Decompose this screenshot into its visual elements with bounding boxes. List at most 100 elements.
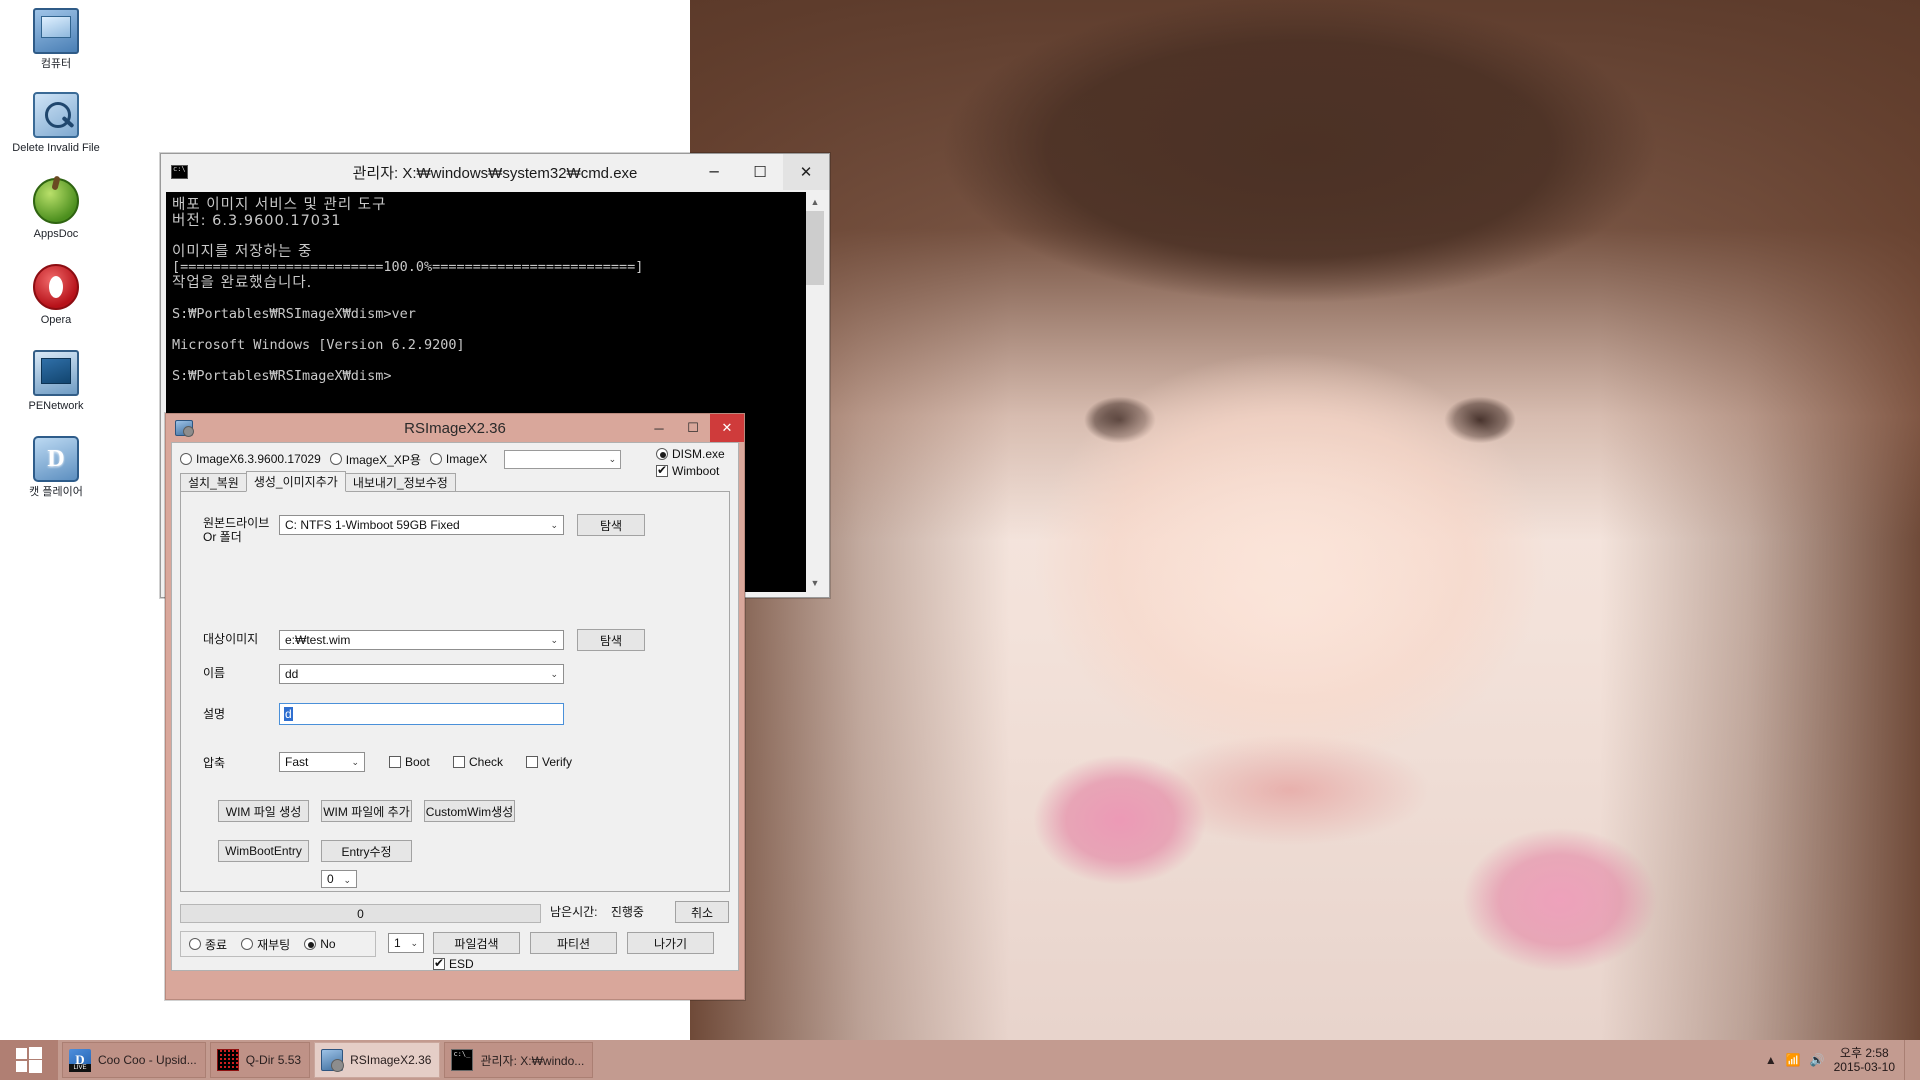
cmd-titlebar[interactable]: 관리자: X:₩windows₩system32₩cmd.exe ─ ☐ ✕	[161, 154, 829, 190]
clock[interactable]: 오후 2:58 2015-03-10	[1834, 1046, 1895, 1074]
radio-icon[interactable]	[304, 938, 317, 950]
desktop-icon-opera[interactable]: Opera	[10, 264, 102, 326]
tab-create-add-image[interactable]: 생성_이미지추가	[245, 471, 346, 492]
chevron-down-icon[interactable]: ⌄	[410, 938, 418, 949]
target-image-combo[interactable]: e:₩test.wim ⌄	[279, 630, 564, 650]
network-tray-icon[interactable]: 📶	[1786, 1053, 1801, 1067]
cancel-button[interactable]: 취소	[675, 901, 729, 923]
partition-button[interactable]: 파티션	[530, 932, 617, 954]
entry-edit-button[interactable]: Entry수정	[321, 840, 412, 862]
maximize-button[interactable]: ☐	[737, 154, 783, 190]
checkbox-icon[interactable]	[433, 956, 445, 970]
checkbox-label: Check	[469, 755, 504, 769]
close-button[interactable]: ✕	[783, 154, 829, 190]
checkbox-label: ESD	[449, 957, 474, 971]
rsimagex-titlebar[interactable]: RSImageX2.36 ─ ☐ ✕	[166, 414, 744, 442]
taskbar-item-coocoo[interactable]: Coo Coo - Upsid...	[62, 1042, 206, 1078]
radio-label: ImageX6.3.9600.17029	[196, 452, 321, 466]
checkbox-wimboot[interactable]: Wimboot	[656, 463, 719, 478]
file-search-button[interactable]: 파일검색	[433, 932, 520, 954]
media-player-icon	[69, 1049, 91, 1072]
checkbox-verify[interactable]: Verify	[526, 755, 572, 769]
checkbox-esd[interactable]: ESD	[433, 956, 474, 971]
taskbar-item-qdir[interactable]: Q-Dir 5.53	[209, 1042, 311, 1078]
image-name-combo[interactable]: dd ⌄	[279, 664, 564, 684]
chevron-down-icon[interactable]: ⌄	[550, 635, 558, 646]
tray-chevron-icon[interactable]: ▲	[1765, 1053, 1777, 1067]
checkbox-icon[interactable]	[389, 756, 401, 768]
checkbox-icon[interactable]	[656, 463, 668, 477]
chevron-down-icon[interactable]: ⌄	[550, 520, 558, 531]
quit-button[interactable]: 나가기	[627, 932, 714, 954]
radio-imagex-xp[interactable]: ImageX_XP용	[329, 451, 421, 468]
chevron-down-icon[interactable]: ⌄	[351, 757, 359, 768]
chevron-down-icon[interactable]: ⌄	[609, 454, 617, 465]
count-combo[interactable]: 1 ⌄	[388, 933, 424, 953]
minimize-button[interactable]: ─	[642, 414, 676, 442]
chevron-down-icon[interactable]: ⌄	[343, 875, 351, 886]
radio-imagex[interactable]: ImageX	[429, 452, 487, 466]
checkbox-icon[interactable]	[453, 756, 465, 768]
network-icon	[33, 350, 79, 396]
cat-player-icon	[33, 436, 79, 482]
minimize-button[interactable]: ─	[691, 154, 737, 190]
compression-value: Fast	[285, 755, 309, 769]
radio-icon[interactable]	[656, 448, 668, 460]
rsimagex-icon	[321, 1049, 345, 1072]
checkbox-icon[interactable]	[526, 756, 538, 768]
desktop-icon-delete-invalid-file[interactable]: Delete Invalid File	[10, 92, 102, 154]
scroll-up-icon[interactable]: ▲	[806, 192, 824, 211]
scrollbar-track[interactable]	[806, 211, 824, 573]
show-desktop-button[interactable]	[1904, 1040, 1910, 1080]
desktop-icon-penetwork[interactable]: PENetwork	[10, 350, 102, 412]
image-name-label: 이름	[203, 666, 226, 680]
radio-icon[interactable]	[329, 453, 342, 465]
desktop-icon-apps[interactable]: AppsDoc	[10, 178, 102, 240]
radio-no[interactable]: No	[304, 937, 336, 951]
checkbox-check[interactable]: Check	[453, 755, 503, 769]
start-button[interactable]	[0, 1040, 58, 1080]
close-button[interactable]: ✕	[710, 414, 744, 442]
bottom-bar: 종료 재부팅 No 1 ⌄ 파일검색 파티션 나가기 ESD	[180, 931, 730, 971]
desktop-icon-cat-player[interactable]: 캣 플레이어	[10, 436, 102, 498]
radio-icon[interactable]	[189, 938, 201, 950]
custom-wim-button[interactable]: CustomWim생성	[424, 800, 515, 822]
cmd-scrollbar[interactable]: ▲ ▼	[805, 192, 824, 592]
target-browse-button[interactable]: 탐색	[577, 629, 645, 651]
checkbox-boot[interactable]: Boot	[389, 755, 430, 769]
scrollbar-thumb[interactable]	[806, 211, 824, 285]
taskbar-item-rsimagex[interactable]: RSImageX2.36	[314, 1042, 441, 1078]
wim-add-button[interactable]: WIM 파일에 추가	[321, 800, 412, 822]
entry-index-combo[interactable]: 0 ⌄	[321, 870, 357, 888]
qdir-icon	[216, 1049, 239, 1071]
rsimagex-window[interactable]: RSImageX2.36 ─ ☐ ✕ ImageX6.3.9600.17029 …	[165, 413, 745, 1000]
radio-icon[interactable]	[241, 938, 254, 950]
radio-icon[interactable]	[429, 453, 442, 465]
scroll-down-icon[interactable]: ▼	[806, 573, 824, 592]
radio-dism-exe[interactable]: DISM.exe	[656, 447, 725, 461]
radio-shutdown[interactable]: 종료	[189, 936, 227, 953]
radio-label: 재부팅	[257, 937, 291, 952]
volume-tray-icon[interactable]: 🔊	[1810, 1053, 1825, 1067]
source-browse-button[interactable]: 탐색	[577, 514, 645, 536]
console-line: S:₩Portables₩RSImageX₩dism>ver	[172, 305, 416, 322]
radio-reboot[interactable]: 재부팅	[241, 936, 290, 953]
maximize-button[interactable]: ☐	[676, 414, 710, 442]
desktop-icon-computer[interactable]: 컴퓨터	[10, 8, 102, 70]
description-input[interactable]: d	[279, 703, 564, 725]
windows-start-icon	[16, 1047, 42, 1073]
desktop-icon-label: 컴퓨터	[40, 58, 72, 70]
wim-create-button[interactable]: WIM 파일 생성	[218, 800, 309, 822]
engine-combo[interactable]: ⌄	[504, 449, 622, 469]
tab-export-edit-info[interactable]: 내보내기_정보수정	[344, 473, 456, 492]
radio-icon[interactable]	[180, 453, 192, 465]
taskbar-item-cmd[interactable]: 관리자: X:₩windo...	[444, 1042, 594, 1078]
compression-combo[interactable]: Fast ⌄	[279, 752, 365, 772]
radio-imagex-6396001702 9[interactable]: ImageX6.3.9600.17029	[180, 452, 321, 466]
wimboot-entry-button[interactable]: WimBootEntry	[218, 840, 309, 862]
chevron-down-icon[interactable]: ⌄	[550, 669, 558, 680]
tab-install-restore[interactable]: 설치_복원	[180, 473, 247, 492]
source-drive-combo[interactable]: C: NTFS 1-Wimboot 59GB Fixed ⌄	[279, 515, 564, 535]
checkbox-label: Verify	[542, 755, 573, 769]
apps-icon	[33, 178, 79, 224]
